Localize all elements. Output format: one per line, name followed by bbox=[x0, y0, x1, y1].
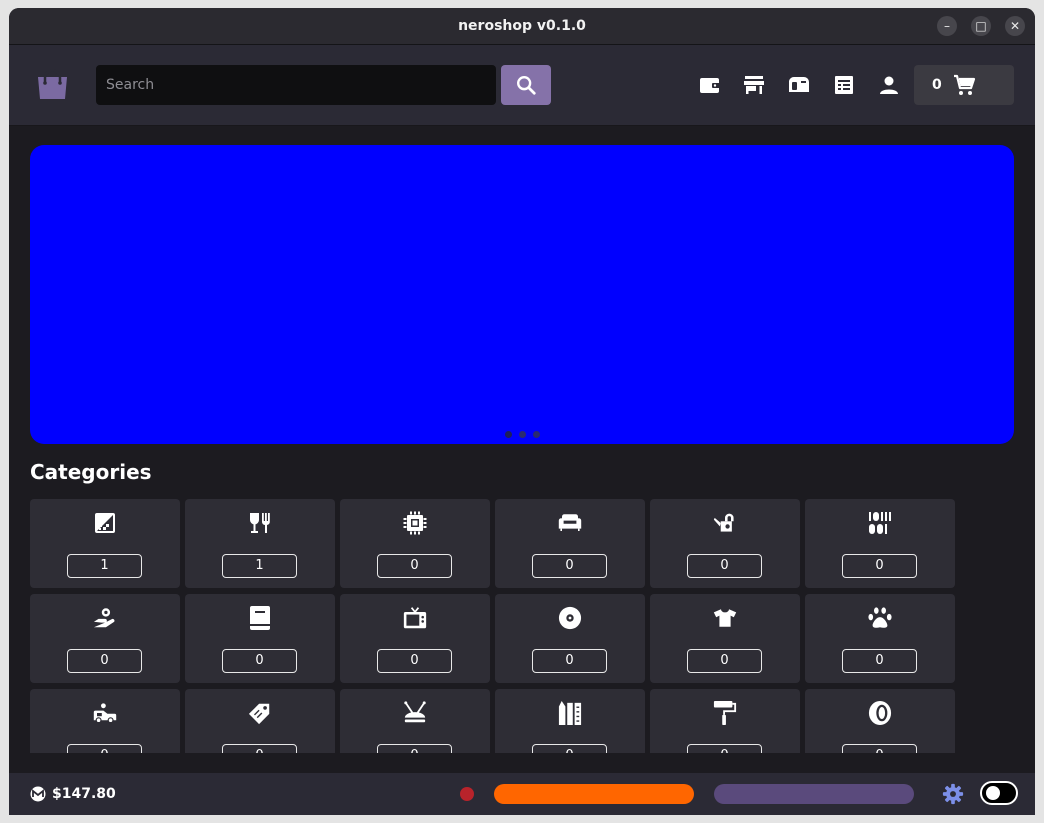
category-tile[interactable]: 0 bbox=[650, 594, 800, 683]
category-count: 0 bbox=[377, 649, 452, 673]
carousel-dot[interactable] bbox=[519, 431, 526, 438]
paint-roller-icon bbox=[713, 701, 737, 725]
toy-car-icon bbox=[93, 701, 117, 725]
neroshop-logo-icon[interactable] bbox=[36, 67, 69, 101]
watering-can-icon bbox=[713, 511, 737, 535]
stationery-icon bbox=[558, 701, 582, 725]
category-count: 0 bbox=[222, 744, 297, 753]
connection-status-indicator bbox=[460, 787, 474, 801]
navbar: 0 bbox=[9, 45, 1035, 126]
category-tile[interactable]: 0 bbox=[650, 499, 800, 588]
category-tile[interactable]: 1 bbox=[30, 499, 180, 588]
category-count: 1 bbox=[222, 554, 297, 578]
category-count: 0 bbox=[532, 744, 607, 753]
category-count: 0 bbox=[842, 554, 917, 578]
category-count: 0 bbox=[222, 649, 297, 673]
category-count: 0 bbox=[67, 649, 142, 673]
category-count: 0 bbox=[842, 649, 917, 673]
category-tile[interactable]: 0 bbox=[340, 499, 490, 588]
tag-icon bbox=[248, 701, 272, 725]
category-count: 0 bbox=[67, 744, 142, 753]
drinks-icon bbox=[248, 511, 272, 535]
store-icon[interactable] bbox=[742, 73, 766, 97]
book-icon bbox=[248, 606, 272, 630]
category-tile[interactable]: 0 bbox=[805, 499, 955, 588]
knitting-icon bbox=[403, 701, 427, 725]
category-count: 0 bbox=[842, 744, 917, 753]
category-count: 0 bbox=[687, 554, 762, 578]
toggle-knob bbox=[986, 786, 1000, 800]
binary-icon bbox=[868, 511, 892, 535]
category-tile[interactable]: 0 bbox=[495, 594, 645, 683]
theme-toggle[interactable] bbox=[980, 781, 1018, 805]
tshirt-icon bbox=[713, 606, 737, 630]
sofa-icon bbox=[558, 511, 582, 535]
monero-icon bbox=[30, 786, 46, 802]
category-count: 0 bbox=[532, 649, 607, 673]
hand-gear-icon bbox=[93, 606, 117, 630]
cart-count: 0 bbox=[932, 77, 942, 93]
wallet-sync-progress-bar bbox=[714, 784, 914, 804]
category-count: 1 bbox=[67, 554, 142, 578]
carousel-dot[interactable] bbox=[533, 431, 540, 438]
category-count: 0 bbox=[377, 554, 452, 578]
status-bar: $147.80 bbox=[9, 773, 1035, 815]
category-tile[interactable]: 1 bbox=[185, 499, 335, 588]
carousel-dot[interactable] bbox=[505, 431, 512, 438]
wallet-balance: $147.80 bbox=[52, 786, 116, 802]
category-tile[interactable]: 0 bbox=[495, 499, 645, 588]
gear-icon[interactable] bbox=[942, 783, 964, 805]
maximize-button[interactable]: □ bbox=[971, 16, 991, 36]
category-tile[interactable]: 0 bbox=[495, 689, 645, 753]
disc-icon bbox=[558, 606, 582, 630]
food-icon bbox=[93, 511, 117, 535]
user-icon[interactable] bbox=[877, 73, 901, 97]
category-count: 0 bbox=[377, 744, 452, 753]
mailbox-icon[interactable] bbox=[787, 73, 811, 97]
minimize-button[interactable]: – bbox=[937, 16, 957, 36]
search-button[interactable] bbox=[501, 65, 551, 105]
category-tile[interactable]: 0 bbox=[340, 594, 490, 683]
title-bar: neroshop v0.1.0 – □ ✕ bbox=[9, 8, 1035, 45]
category-tile[interactable]: 0 bbox=[185, 689, 335, 753]
categories-grid: 1 1 0 0 0 0 0 0 0 0 0 0 bbox=[30, 499, 970, 753]
close-button[interactable]: ✕ bbox=[1005, 16, 1025, 36]
cart-button[interactable]: 0 bbox=[914, 65, 1014, 105]
category-count: 0 bbox=[532, 554, 607, 578]
daemon-sync-progress-bar bbox=[494, 784, 694, 804]
category-tile[interactable]: 0 bbox=[805, 689, 955, 753]
category-tile[interactable]: 0 bbox=[805, 594, 955, 683]
category-tile[interactable]: 0 bbox=[340, 689, 490, 753]
search-icon bbox=[517, 76, 536, 95]
chip-icon bbox=[403, 511, 427, 535]
receipt-icon[interactable] bbox=[832, 73, 856, 97]
category-count: 0 bbox=[687, 744, 762, 753]
tv-icon bbox=[403, 606, 427, 630]
tire-icon bbox=[868, 701, 892, 725]
window-title: neroshop v0.1.0 bbox=[458, 18, 586, 34]
wallet-icon[interactable] bbox=[698, 73, 722, 97]
paw-icon bbox=[868, 606, 892, 630]
category-count: 0 bbox=[687, 649, 762, 673]
category-tile[interactable]: 0 bbox=[650, 689, 800, 753]
category-tile[interactable]: 0 bbox=[185, 594, 335, 683]
categories-heading: Categories bbox=[30, 460, 152, 484]
search-input[interactable] bbox=[96, 65, 496, 105]
app-window: neroshop v0.1.0 – □ ✕ Search 0 Categorie… bbox=[9, 8, 1035, 815]
banner-carousel[interactable] bbox=[30, 145, 1014, 444]
cart-icon bbox=[952, 73, 976, 101]
category-tile[interactable]: 0 bbox=[30, 689, 180, 753]
category-tile[interactable]: 0 bbox=[30, 594, 180, 683]
